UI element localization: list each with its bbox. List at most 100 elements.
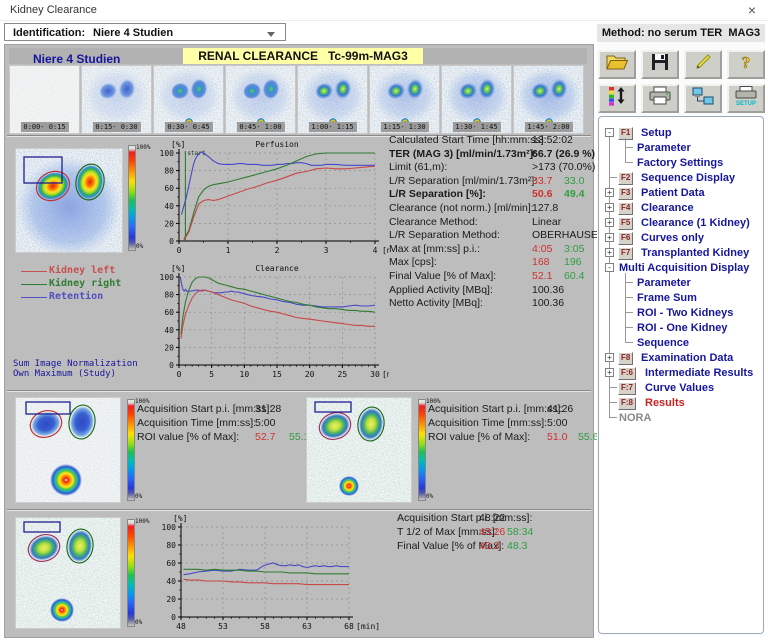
tree-item-roi-one-kidney[interactable]: ROI - One Kidney — [599, 320, 763, 335]
row-label: Netto Activity [MBq]: — [389, 297, 483, 309]
tree-item-label: Clearance — [641, 201, 694, 216]
tree-item-multi-acquisition-display[interactable]: -Multi Acquisition Display — [599, 260, 763, 275]
tree-item-examination-data[interactable]: +F8Examination Data — [599, 350, 763, 365]
method-header: Method: no serum TER MAG3 — [597, 24, 765, 42]
row-value-right: 58:34 — [507, 526, 533, 538]
scintigram — [307, 398, 411, 502]
svg-text:60: 60 — [164, 184, 174, 193]
tree-item-clearance-1-kidney-[interactable]: +F5Clearance (1 Kidney) — [599, 215, 763, 230]
fkey-badge: F3 — [618, 187, 633, 200]
row-label: L/R Separation Method: — [389, 229, 500, 241]
network-icon — [691, 86, 715, 111]
tree-item-parameter[interactable]: Parameter — [599, 140, 763, 155]
bladder-hotspot — [50, 598, 74, 622]
color-scale-min-label: 0% — [135, 493, 142, 500]
save-button[interactable] — [641, 50, 679, 79]
tree-item-label: Intermediate Results — [645, 366, 753, 381]
color-scale-button[interactable] — [598, 84, 636, 113]
print-button[interactable] — [641, 84, 679, 113]
study-name: Niere 4 Studien — [33, 52, 120, 66]
expand-icon[interactable]: + — [605, 233, 614, 242]
tree-branch-line — [625, 147, 633, 148]
network-button[interactable] — [684, 84, 722, 113]
svg-text:80: 80 — [164, 291, 174, 300]
window-titlebar: Kidney Clearance × — [0, 0, 768, 21]
thumbnail-time-label: 0:30- 0:45 — [164, 122, 212, 132]
tree-item-nora[interactable]: NORA — [599, 410, 763, 425]
svg-text:[min]: [min] — [382, 246, 389, 255]
svg-text:0: 0 — [177, 370, 182, 379]
thumbnail-time-label: 0:00- 0:15 — [20, 122, 68, 132]
row-label: L/R Separation [ml/min/1.73m²]: — [389, 175, 537, 187]
fkey-badge: F:6 — [618, 367, 636, 380]
print-setup-button[interactable]: SETUP — [727, 84, 765, 113]
row-value-left: 66.7 (26.9 %) — [532, 148, 595, 160]
row-value-left: 168 — [532, 256, 550, 268]
normalization-note: Sum Image Normalization Own Maximum (Stu… — [13, 359, 138, 379]
curve-retention — [182, 152, 376, 215]
svg-text:20: 20 — [166, 595, 176, 604]
roi-image-1 — [15, 397, 121, 503]
expand-icon[interactable]: + — [605, 248, 614, 257]
row-label: Calculated Start Time [hh:mm:ss]: — [389, 134, 547, 146]
curve-legend: Kidney leftKidney rightRetention — [5, 265, 145, 304]
identification-dropdown[interactable]: Identification: Niere 4 Studien — [4, 23, 286, 41]
tree-item-roi-two-kidneys[interactable]: ROI - Two Kidneys — [599, 305, 763, 320]
open-button[interactable] — [598, 50, 636, 79]
legend-line — [21, 271, 47, 272]
svg-text:0: 0 — [177, 246, 182, 255]
row-label: Acquisition Start p.i. [mm:ss]: — [428, 403, 563, 415]
row-label: Limit (61,m): — [389, 161, 447, 173]
tree-item-sequence[interactable]: Sequence — [599, 335, 763, 350]
tree-item-label: Curve Values — [645, 381, 714, 396]
tree-item-transplanted-kidney[interactable]: +F7Transplanted Kidney — [599, 245, 763, 260]
expand-icon[interactable]: + — [605, 353, 614, 362]
collapse-icon[interactable]: - — [605, 128, 614, 137]
expand-icon[interactable]: + — [605, 188, 614, 197]
row-label: TER (MAG 3) [ml/min/1.73m²]: — [389, 148, 537, 160]
chevron-down-icon[interactable] — [267, 32, 275, 37]
clearance-chart: 051015202530020406080100[%][min]Clearanc… — [147, 257, 389, 385]
annotate-button[interactable] — [684, 50, 722, 79]
tree-item-patient-data[interactable]: +F3Patient Data — [599, 185, 763, 200]
tree-item-curves-only[interactable]: +F6Curves only — [599, 230, 763, 245]
curve-kidney-left — [184, 166, 375, 240]
collapse-icon[interactable]: - — [605, 263, 614, 272]
expand-icon[interactable]: + — [605, 203, 614, 212]
tree-item-clearance[interactable]: +F4Clearance — [599, 200, 763, 215]
row-value-right: 48.3 — [507, 540, 527, 552]
svg-text:100: 100 — [160, 149, 175, 158]
thumbnail-time-label: 1:00- 1:15 — [308, 122, 356, 132]
svg-text:25: 25 — [338, 370, 348, 379]
thumbnail-time-label: 0:45- 1:00 — [236, 122, 284, 132]
tree-item-results[interactable]: F:8Results — [599, 395, 763, 410]
row-label: Acquisition Start p.i. [mm:ss]: — [137, 403, 272, 415]
tree-item-sequence-display[interactable]: F2Sequence Display — [599, 170, 763, 185]
curve-kidney-right — [184, 153, 375, 239]
tree-item-parameter[interactable]: Parameter — [599, 275, 763, 290]
row-label: Applied Activity [MBq]: — [389, 284, 493, 296]
tree-item-setup[interactable]: -F1Setup — [599, 125, 763, 140]
fkey-badge: F:8 — [618, 397, 636, 410]
save-icon — [650, 52, 670, 77]
thumbnail-time-label: 1:45- 2:00 — [524, 122, 572, 132]
tree-item-intermediate-results[interactable]: + F:6 Intermediate Results — [599, 365, 763, 380]
tree-child-trunk — [625, 138, 626, 162]
row-value-left: >173 (70.0%) — [532, 161, 595, 173]
tree-item-frame-sum[interactable]: Frame Sum — [599, 290, 763, 305]
close-icon[interactable]: × — [744, 2, 760, 18]
tree-item-factory-settings[interactable]: Factory Settings — [599, 155, 763, 170]
tree-item-curve-values[interactable]: F:7Curve Values — [599, 380, 763, 395]
svg-text:Clearance: Clearance — [255, 264, 299, 273]
help-button[interactable]: ? — [727, 50, 765, 79]
curve-retention — [184, 563, 350, 575]
expand-icon[interactable]: + — [605, 368, 614, 377]
expand-icon[interactable]: + — [605, 218, 614, 227]
late-image — [15, 517, 121, 629]
legend-label: Kidney left — [49, 265, 115, 276]
row-label: Clearance (not norm.) [ml/min]: — [389, 202, 534, 214]
frame-thumbnail: 1:15- 1:30 — [369, 65, 440, 134]
frame-thumbnail: 1:45- 2:00 — [513, 65, 584, 134]
svg-text:20: 20 — [305, 370, 315, 379]
row-value-left: 4:05 — [532, 243, 552, 255]
